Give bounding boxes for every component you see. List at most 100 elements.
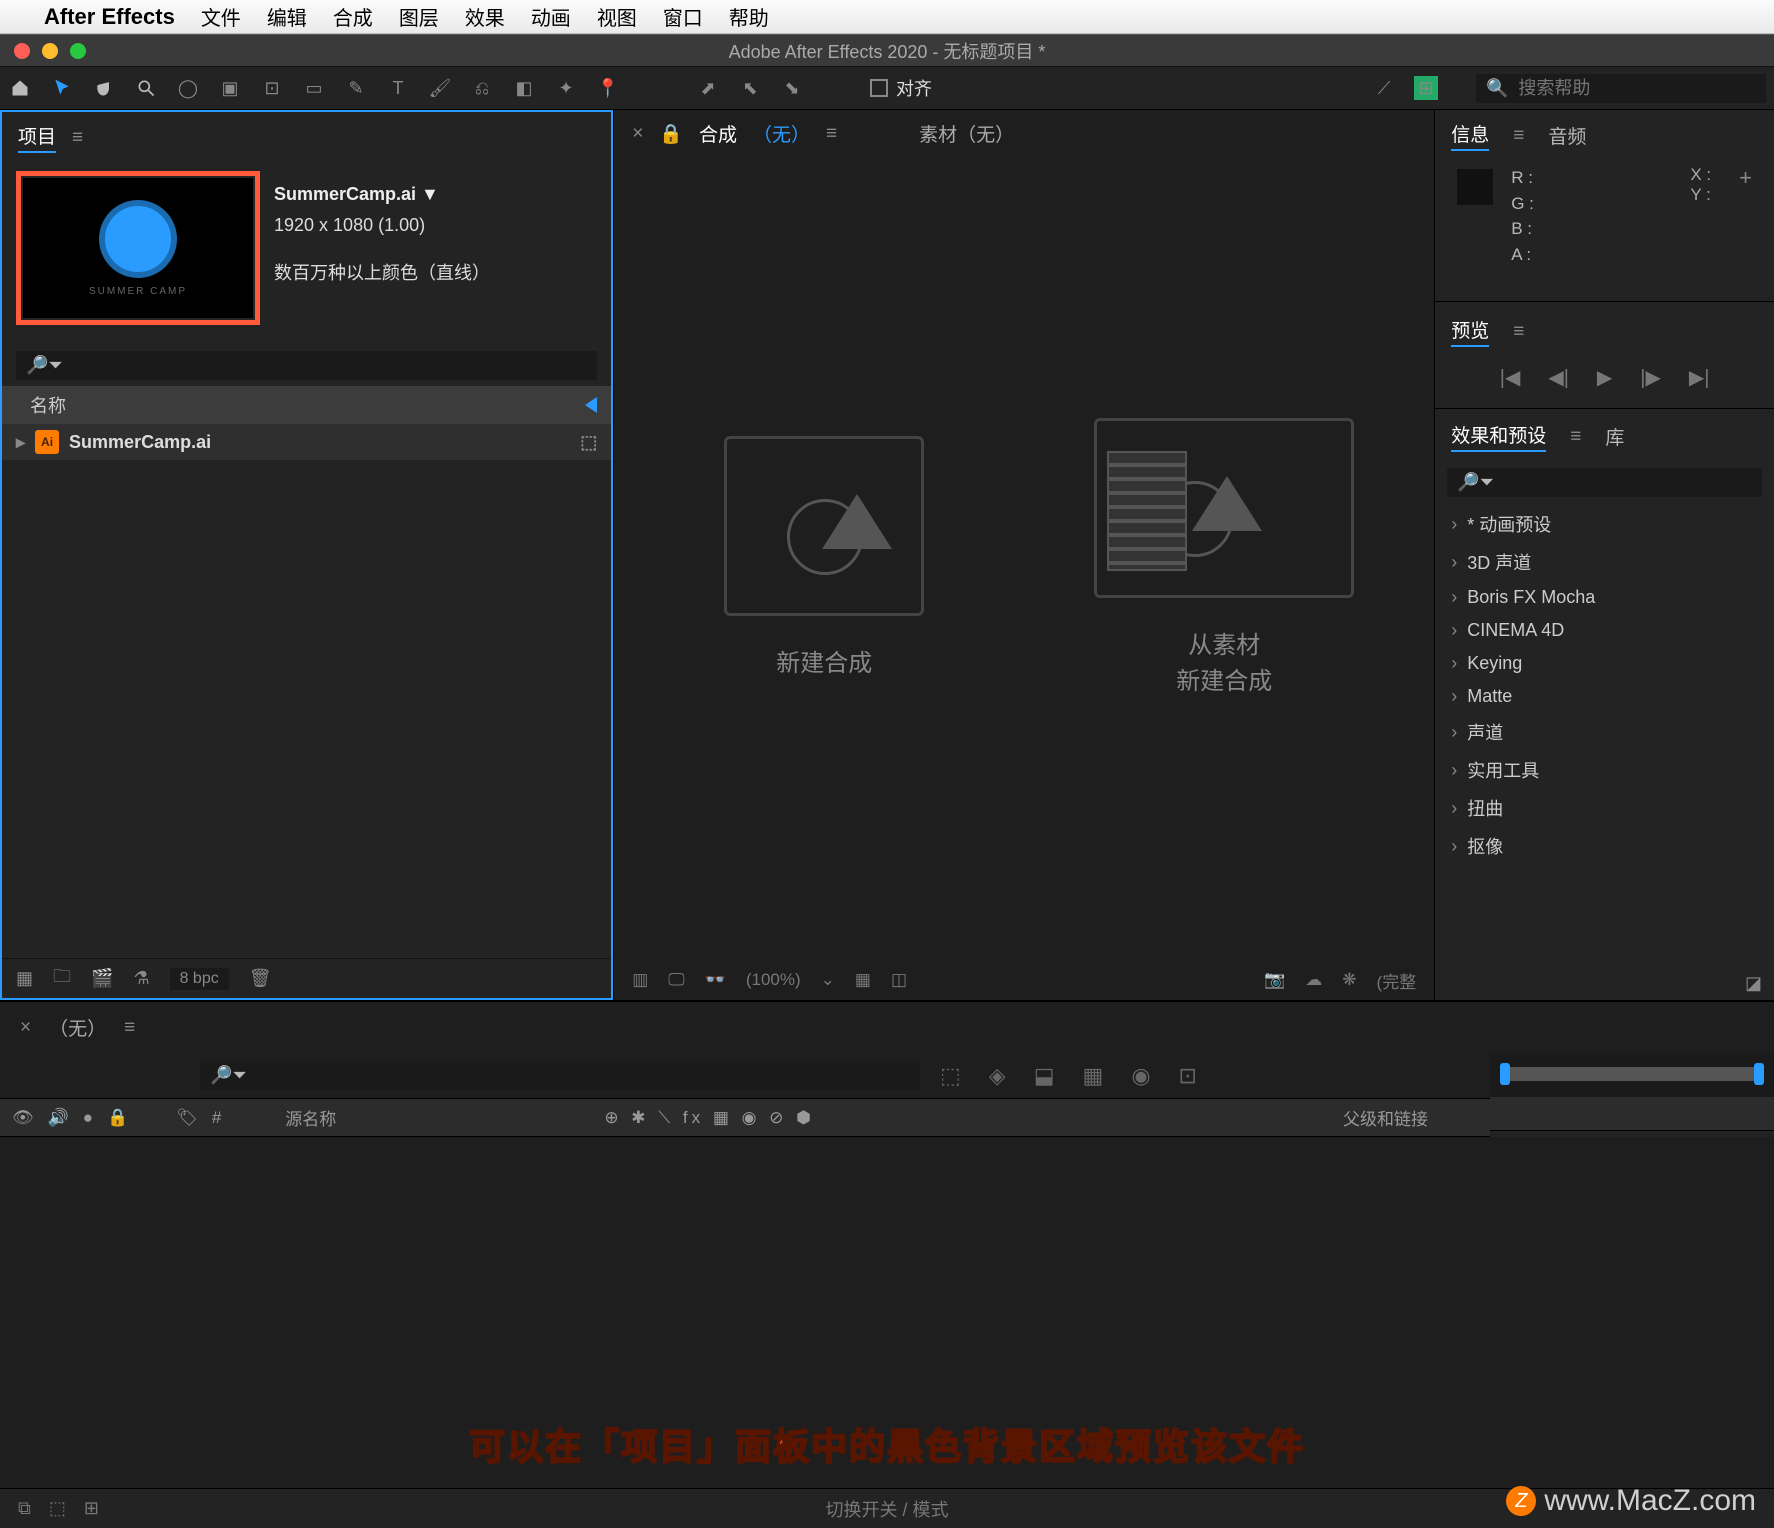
switches-icons[interactable]: ⊕ ✱ ⟍ fx ▦ ◉ ⊘ ⬢: [604, 1108, 815, 1128]
menu-animation[interactable]: 动画: [531, 2, 571, 31]
last-frame-icon[interactable]: ▶|: [1689, 365, 1710, 390]
speaker-icon[interactable]: 🔊: [48, 1108, 69, 1128]
project-column-header[interactable]: 名称: [2, 386, 611, 424]
fx-category[interactable]: 抠像: [1435, 827, 1774, 865]
selection-tool-icon[interactable]: [50, 76, 74, 100]
fx-category[interactable]: 声道: [1435, 713, 1774, 751]
axis-tool-icon[interactable]: ⬈: [696, 76, 720, 100]
fx-category[interactable]: 3D 声道: [1435, 543, 1774, 581]
tl-tool-2-icon[interactable]: ◈: [989, 1063, 1006, 1089]
panel-menu-icon[interactable]: ≡: [72, 127, 83, 149]
menu-edit[interactable]: 编辑: [267, 2, 307, 31]
panel-menu-icon[interactable]: ≡: [1513, 125, 1524, 147]
hand-tool-icon[interactable]: [92, 76, 116, 100]
tab-project[interactable]: 项目: [18, 122, 56, 153]
new-comp-icon[interactable]: 🎬: [91, 968, 113, 989]
comp-tab-label[interactable]: 合成: [699, 120, 737, 147]
project-search[interactable]: 🔎⏷: [16, 351, 597, 380]
clone-tool-icon[interactable]: ⎌: [470, 76, 494, 100]
panel-menu-icon[interactable]: ≡: [1513, 321, 1524, 343]
close-tab-icon[interactable]: ×: [20, 1017, 31, 1039]
fx-category[interactable]: * 动画预设: [1435, 505, 1774, 543]
help-search[interactable]: 🔍: [1476, 74, 1766, 103]
parent-link-col[interactable]: 父级和链接: [1343, 1105, 1428, 1130]
menu-layer[interactable]: 图层: [399, 2, 439, 31]
effects-search[interactable]: 🔎⏷: [1447, 468, 1762, 497]
orbit-tool-icon[interactable]: ◯: [176, 76, 200, 100]
flowchart-icon[interactable]: ⬚: [580, 432, 597, 453]
fx-category[interactable]: 扭曲: [1435, 789, 1774, 827]
axis-view-icon[interactable]: ⬊: [780, 76, 804, 100]
zoom-tool-icon[interactable]: [134, 76, 158, 100]
first-frame-icon[interactable]: |◀: [1500, 365, 1521, 390]
fx-category[interactable]: Keying: [1435, 647, 1774, 680]
effects-list[interactable]: * 动画预设 3D 声道 Boris FX Mocha CINEMA 4D Ke…: [1435, 505, 1774, 967]
app-name[interactable]: After Effects: [44, 4, 175, 30]
new-comp-from-footage-card[interactable]: 从素材新建合成: [1054, 418, 1394, 700]
snap-toggle[interactable]: 对齐: [870, 75, 932, 101]
fx-category[interactable]: CINEMA 4D: [1435, 614, 1774, 647]
axis-local-icon[interactable]: ⬉: [738, 76, 762, 100]
asset-name[interactable]: SummerCamp.ai ▼: [274, 179, 490, 210]
lock-icon[interactable]: 🔒: [107, 1108, 128, 1128]
lock-icon[interactable]: 🔒: [659, 122, 683, 146]
fx-category[interactable]: 实用工具: [1435, 751, 1774, 789]
panel-menu-icon[interactable]: ≡: [124, 1017, 135, 1039]
eraser-tool-icon[interactable]: ◧: [512, 76, 536, 100]
new-comp-card[interactable]: 新建合成: [654, 436, 994, 682]
grid-icon[interactable]: ▦: [855, 970, 871, 990]
fx-category[interactable]: Boris FX Mocha: [1435, 581, 1774, 614]
play-icon[interactable]: ▶: [1597, 365, 1612, 390]
monitor-icon[interactable]: 🖵: [668, 970, 684, 990]
time-ruler[interactable]: [1490, 1053, 1774, 1097]
roto-tool-icon[interactable]: ✦: [554, 76, 578, 100]
tl-tool-1-icon[interactable]: ⬚: [940, 1063, 961, 1089]
solo-icon[interactable]: ●: [83, 1108, 93, 1128]
footage-tab[interactable]: 素材（无）: [919, 120, 1014, 147]
help-search-input[interactable]: [1518, 78, 1756, 99]
pen-tool-icon[interactable]: ✎: [344, 76, 368, 100]
timeline-search[interactable]: 🔎⏷: [200, 1061, 920, 1090]
autokey-icon[interactable]: ⟋: [1372, 76, 1396, 100]
panel-menu-icon[interactable]: ≡: [1570, 426, 1581, 448]
menu-window[interactable]: 窗口: [663, 2, 703, 31]
label-icon[interactable]: 🏷: [176, 1108, 198, 1128]
fx-category[interactable]: Matte: [1435, 680, 1774, 713]
tab-info[interactable]: 信息: [1451, 120, 1489, 151]
source-name-col[interactable]: 源名称: [285, 1105, 336, 1130]
adjust-icon[interactable]: ⚗: [133, 968, 149, 989]
tab-effects-presets[interactable]: 效果和预设: [1451, 421, 1546, 452]
mask-icon[interactable]: 👓: [705, 970, 726, 990]
tab-library[interactable]: 库: [1605, 423, 1624, 450]
trash-icon[interactable]: 🗑: [249, 968, 272, 989]
rectangle-tool-icon[interactable]: ▭: [302, 76, 326, 100]
camera-tool-icon[interactable]: ▣: [218, 76, 242, 100]
menu-help[interactable]: 帮助: [729, 2, 769, 31]
puppet-tool-icon[interactable]: 📍: [596, 76, 620, 100]
footer-icon-3[interactable]: ⊞: [84, 1498, 99, 1519]
tl-tool-6-icon[interactable]: ⊡: [1179, 1063, 1197, 1089]
workspace-icon[interactable]: ⊞: [1414, 76, 1438, 100]
guide-icon[interactable]: ◫: [891, 970, 907, 990]
tl-tool-3-icon[interactable]: ⬓: [1034, 1063, 1055, 1089]
menu-file[interactable]: 文件: [201, 2, 241, 31]
zoom-readout[interactable]: (100%): [746, 970, 801, 990]
menu-effect[interactable]: 效果: [465, 2, 505, 31]
project-item-row[interactable]: ▸ Ai SummerCamp.ai ⬚: [2, 424, 611, 460]
dropdown-icon[interactable]: ⌄: [821, 970, 835, 990]
menu-composition[interactable]: 合成: [333, 2, 373, 31]
resolution-label[interactable]: (完整: [1377, 968, 1417, 993]
pan-behind-tool-icon[interactable]: ⊡: [260, 76, 284, 100]
menu-view[interactable]: 视图: [597, 2, 637, 31]
eye-icon[interactable]: 👁: [12, 1108, 34, 1128]
footer-icon-2[interactable]: ⬚: [49, 1498, 66, 1519]
footer-icon-1[interactable]: ⧉: [18, 1498, 31, 1519]
interpret-footage-icon[interactable]: ▦: [16, 968, 33, 989]
cloud-icon[interactable]: ☁: [1305, 970, 1322, 990]
bpc-button[interactable]: 8 bpc: [170, 968, 229, 990]
colorwheel-icon[interactable]: ❋: [1342, 970, 1356, 990]
tab-audio[interactable]: 音频: [1548, 122, 1586, 149]
prev-frame-icon[interactable]: ◀|: [1548, 365, 1569, 390]
type-tool-icon[interactable]: T: [386, 76, 410, 100]
camera-icon[interactable]: 📷: [1264, 970, 1285, 990]
